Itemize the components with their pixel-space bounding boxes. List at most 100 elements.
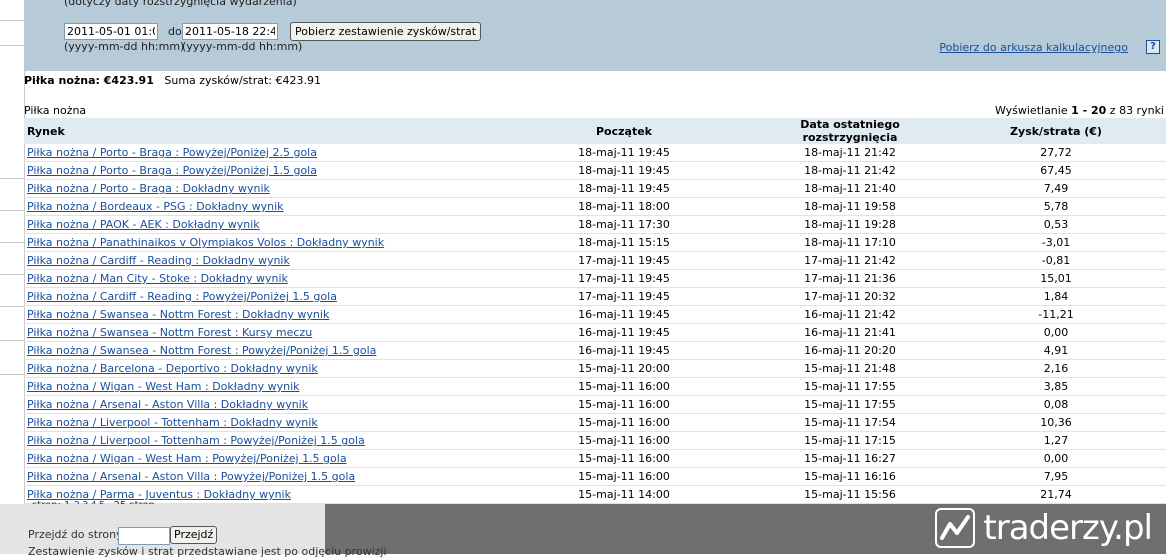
market-link[interactable]: Piłka nożna / Barcelona - Deportivo : Do…	[27, 362, 318, 375]
market-link[interactable]: Piłka nożna / Cardiff - Reading : Dokład…	[27, 254, 290, 267]
start-time-cell: 16-maj-11 19:45	[494, 305, 754, 324]
rail-divider	[0, 306, 24, 307]
market-link[interactable]: Piłka nożna / Porto - Braga : Powyżej/Po…	[27, 164, 317, 177]
column-header-start[interactable]: Początek	[494, 118, 754, 144]
market-link[interactable]: Piłka nożna / Cardiff - Reading : Powyże…	[27, 290, 337, 303]
table-row: Piłka nożna / Porto - Braga : Powyżej/Po…	[24, 144, 1166, 162]
start-time-cell: 15-maj-11 16:00	[494, 377, 754, 396]
date-to-input[interactable]	[182, 23, 278, 40]
goto-page-input[interactable]	[118, 527, 170, 545]
start-time-cell: 15-maj-11 16:00	[494, 431, 754, 450]
start-time-cell: 17-maj-11 19:45	[494, 287, 754, 306]
settled-time-cell: 15-maj-11 17:54	[754, 413, 946, 432]
profit-loss-cell: 0,00	[946, 449, 1166, 468]
date-filter-panel: (dotyczy daty rozstrzygnięcia wydarzenia…	[24, 0, 1166, 71]
date-to-format-hint: (yyyy-mm-dd hh:mm)	[182, 40, 303, 53]
column-header-settled[interactable]: Data ostatniego rozstrzygnięcia	[754, 118, 946, 144]
brand-watermark: traderzy.pl	[935, 506, 1153, 550]
left-rail	[0, 0, 25, 504]
table-row: Piłka nożna / Bordeaux - PSG : Dokładny …	[24, 197, 1166, 216]
start-time-cell: 16-maj-11 19:45	[494, 323, 754, 342]
goto-page-button[interactable]: Przejdź	[170, 526, 218, 544]
start-time-cell: 17-maj-11 19:45	[494, 269, 754, 288]
profit-loss-cell: 15,01	[946, 269, 1166, 288]
market-link[interactable]: Piłka nożna / Panathinaikos v Olympiakos…	[27, 236, 384, 249]
profit-loss-cell: -0,81	[946, 251, 1166, 270]
market-cell: Piłka nożna / Wigan - West Ham : Dokładn…	[24, 377, 494, 396]
market-cell: Piłka nożna / Liverpool - Tottenham : Do…	[24, 413, 494, 432]
help-icon[interactable]: ?	[1146, 40, 1160, 54]
market-cell: Piłka nożna / Cardiff - Reading : Powyże…	[24, 287, 494, 306]
column-header-profit-loss[interactable]: Zysk/strata (€)	[946, 118, 1166, 144]
goto-page-label: Przejdź do strony:	[28, 528, 126, 541]
settled-time-cell: 17-maj-11 20:32	[754, 287, 946, 306]
settled-time-cell: 18-maj-11 21:42	[754, 144, 946, 162]
market-cell: Piłka nożna / Man City - Stoke : Dokładn…	[24, 269, 494, 288]
market-link[interactable]: Piłka nożna / Man City - Stoke : Dokładn…	[27, 272, 288, 285]
results-count: Wyświetlanie 1 - 20 z 83 rynki	[994, 104, 1164, 117]
rail-divider	[0, 340, 24, 341]
commission-disclaimer: Zestawienie zysków i strat przedstawiane…	[28, 545, 387, 558]
market-link[interactable]: Piłka nożna / Arsenal - Aston Villa : Po…	[27, 470, 355, 483]
section-title: Piłka nożna	[24, 104, 87, 117]
market-link[interactable]: Piłka nożna / Swansea - Nottm Forest : K…	[27, 326, 312, 339]
rail-divider	[0, 274, 24, 275]
market-link[interactable]: Piłka nożna / Porto - Braga : Dokładny w…	[27, 182, 270, 195]
market-link[interactable]: Piłka nożna / Swansea - Nottm Forest : D…	[27, 308, 329, 321]
market-link[interactable]: Piłka nożna / Wigan - West Ham : Dokładn…	[27, 380, 300, 393]
market-link[interactable]: Piłka nożna / Wigan - West Ham : Powyżej…	[27, 452, 347, 465]
market-cell: Piłka nożna / Swansea - Nottm Forest : D…	[24, 305, 494, 324]
sport-total: Piłka nożna: €423.91	[24, 74, 154, 87]
table-row: Piłka nożna / Cardiff - Reading : Dokład…	[24, 251, 1166, 270]
market-link[interactable]: Piłka nożna / PAOK - AEK : Dokładny wyni…	[27, 218, 260, 231]
date-to-label: do	[168, 25, 182, 38]
market-link[interactable]: Piłka nożna / Arsenal - Aston Villa : Do…	[27, 398, 308, 411]
start-time-cell: 15-maj-11 16:00	[494, 449, 754, 468]
profit-loss-cell: 3,85	[946, 377, 1166, 396]
settled-time-cell: 16-maj-11 21:42	[754, 305, 946, 324]
market-cell: Piłka nożna / PAOK - AEK : Dokładny wyni…	[24, 215, 494, 234]
market-link[interactable]: Piłka nożna / Swansea - Nottm Forest : P…	[27, 344, 376, 357]
table-row: Piłka nożna / Wigan - West Ham : Dokładn…	[24, 377, 1166, 396]
market-link[interactable]: Piłka nożna / Liverpool - Tottenham : Po…	[27, 434, 365, 447]
profit-loss-cell: 1,27	[946, 431, 1166, 450]
profit-loss-cell: 21,74	[946, 485, 1166, 504]
sum-value: €423.91	[275, 74, 322, 87]
markets-table: Rynek Początek Data ostatniego rozstrzyg…	[24, 118, 1166, 504]
profit-loss-cell: 67,45	[946, 161, 1166, 180]
filter-note: (dotyczy daty rozstrzygnięcia wydarzenia…	[64, 0, 297, 8]
market-cell: Piłka nożna / Liverpool - Tottenham : Po…	[24, 431, 494, 450]
start-time-cell: 18-maj-11 19:45	[494, 161, 754, 180]
rail-divider	[0, 210, 24, 211]
table-row: Piłka nożna / Swansea - Nottm Forest : D…	[24, 305, 1166, 324]
market-link[interactable]: Piłka nożna / Bordeaux - PSG : Dokładny …	[27, 200, 284, 213]
profit-loss-cell: 4,91	[946, 341, 1166, 360]
profit-loss-cell: 0,00	[946, 323, 1166, 342]
table-row: Piłka nożna / Barcelona - Deportivo : Do…	[24, 359, 1166, 378]
date-from-input[interactable]	[64, 23, 158, 40]
column-header-market[interactable]: Rynek	[24, 118, 494, 144]
rail-divider	[0, 20, 24, 21]
fetch-report-button[interactable]: Pobierz zestawienie zysków/strat	[290, 22, 482, 41]
market-cell: Piłka nożna / Wigan - West Ham : Powyżej…	[24, 449, 494, 468]
profit-loss-cell: 0,08	[946, 395, 1166, 414]
start-time-cell: 15-maj-11 16:00	[494, 467, 754, 486]
settled-time-cell: 18-maj-11 19:28	[754, 215, 946, 234]
profit-loss-cell: 7,49	[946, 179, 1166, 198]
download-spreadsheet-link[interactable]: Pobierz do arkusza kalkulacyjnego	[939, 41, 1128, 54]
settled-time-cell: 17-maj-11 21:42	[754, 251, 946, 270]
market-link[interactable]: Piłka nożna / Porto - Braga : Powyżej/Po…	[27, 146, 317, 159]
table-row: Piłka nożna / Porto - Braga : Powyżej/Po…	[24, 161, 1166, 180]
table-row: Piłka nożna / Panathinaikos v Olympiakos…	[24, 233, 1166, 252]
start-time-cell: 18-maj-11 19:45	[494, 179, 754, 198]
market-link[interactable]: Piłka nożna / Liverpool - Tottenham : Do…	[27, 416, 318, 429]
market-cell: Piłka nożna / Porto - Braga : Dokładny w…	[24, 179, 494, 198]
market-cell: Piłka nożna / Swansea - Nottm Forest : P…	[24, 341, 494, 360]
settled-time-cell: 17-maj-11 21:36	[754, 269, 946, 288]
table-row: Piłka nożna / Cardiff - Reading : Powyże…	[24, 287, 1166, 306]
table-row: Piłka nożna / Swansea - Nottm Forest : P…	[24, 341, 1166, 360]
start-time-cell: 18-maj-11 18:00	[494, 197, 754, 216]
market-cell: Piłka nożna / Barcelona - Deportivo : Do…	[24, 359, 494, 378]
settled-time-cell: 18-maj-11 21:40	[754, 179, 946, 198]
start-time-cell: 15-maj-11 14:00	[494, 485, 754, 504]
